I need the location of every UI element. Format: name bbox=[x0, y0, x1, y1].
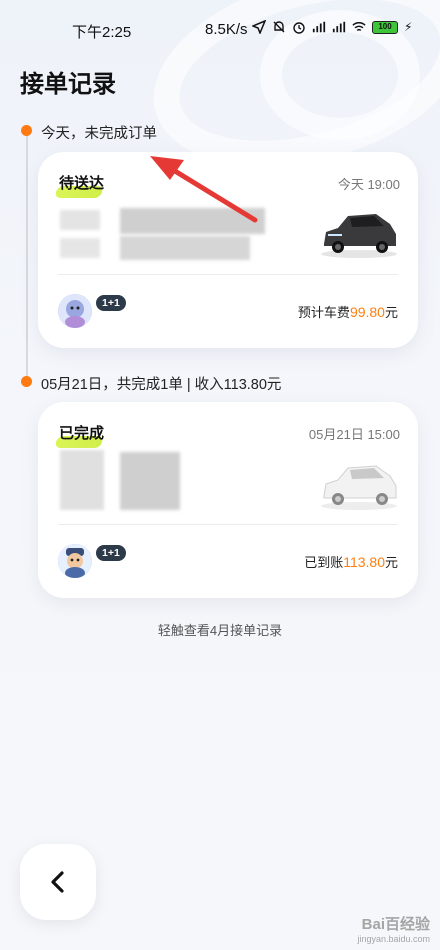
watermark: Bai百经验 jingyan.baidu.com bbox=[357, 913, 430, 944]
redacted-address bbox=[60, 238, 100, 258]
network-speed: 8.5K/s bbox=[205, 21, 248, 38]
alarm-icon bbox=[293, 22, 305, 34]
timeline-dot bbox=[21, 125, 32, 136]
status-time: 下午2:25 bbox=[72, 24, 132, 41]
order-card-completed[interactable]: 已完成 05月21日 15:00 1+1 已到账113.80元 bbox=[38, 402, 418, 598]
watermark-text: Bai百经验 bbox=[361, 916, 430, 933]
car-image bbox=[321, 465, 397, 510]
fare-amount: 113.80 bbox=[343, 554, 385, 570]
redacted-address bbox=[60, 450, 104, 510]
car-image bbox=[321, 214, 397, 258]
order-status: 待送达 bbox=[59, 175, 105, 192]
fare-label: 预计车费 bbox=[297, 305, 350, 320]
redacted-address bbox=[120, 236, 250, 260]
signal-hd-icon bbox=[332, 21, 346, 33]
watermark-sub: jingyan.baidu.com bbox=[357, 934, 430, 944]
mute-icon bbox=[273, 21, 285, 33]
redacted-address bbox=[120, 452, 180, 510]
fare-info: 已到账113.80元 bbox=[304, 552, 398, 571]
battery-icon: 100 bbox=[372, 20, 398, 34]
order-time: 05月21日 15:00 bbox=[308, 427, 400, 442]
card-divider bbox=[58, 274, 398, 275]
fare-label: 已到账 bbox=[304, 555, 344, 570]
wifi-icon bbox=[352, 22, 366, 32]
passenger-avatar bbox=[58, 294, 92, 328]
status-bar: 下午2:25 8.5K/s 100 ⚡ bbox=[0, 0, 440, 60]
fare-amount: 99.80 bbox=[349, 304, 385, 320]
chevron-left-icon bbox=[51, 871, 64, 893]
location-arrow-icon bbox=[252, 20, 266, 34]
timeline-dot bbox=[21, 376, 32, 387]
seat-badge: 1+1 bbox=[96, 545, 126, 561]
history-link[interactable]: 轻触查看4月接单记录 bbox=[0, 620, 440, 639]
back-button[interactable] bbox=[20, 844, 96, 920]
fare-info: 预计车费99.80元 bbox=[298, 302, 398, 321]
fare-unit: 元 bbox=[384, 555, 398, 570]
section-header-completed: 05月21日，共完成1单 | 收入113.80元 bbox=[41, 377, 282, 393]
signal-hd-icon bbox=[312, 21, 326, 33]
order-status: 已完成 bbox=[59, 425, 105, 442]
page-title: 接单记录 bbox=[20, 71, 116, 98]
order-time: 今天 19:00 bbox=[337, 177, 400, 192]
section-header-today: 今天，未完成订单 bbox=[41, 126, 157, 142]
fare-unit: 元 bbox=[384, 305, 398, 320]
annotation-arrow bbox=[150, 156, 258, 223]
status-icons: 100 ⚡ bbox=[252, 20, 412, 34]
seat-badge: 1+1 bbox=[96, 295, 126, 311]
charging-icon: ⚡ bbox=[404, 20, 413, 34]
passenger-avatar bbox=[58, 544, 92, 578]
timeline-line bbox=[26, 130, 28, 380]
redacted-address bbox=[60, 210, 100, 230]
card-divider bbox=[58, 524, 398, 525]
